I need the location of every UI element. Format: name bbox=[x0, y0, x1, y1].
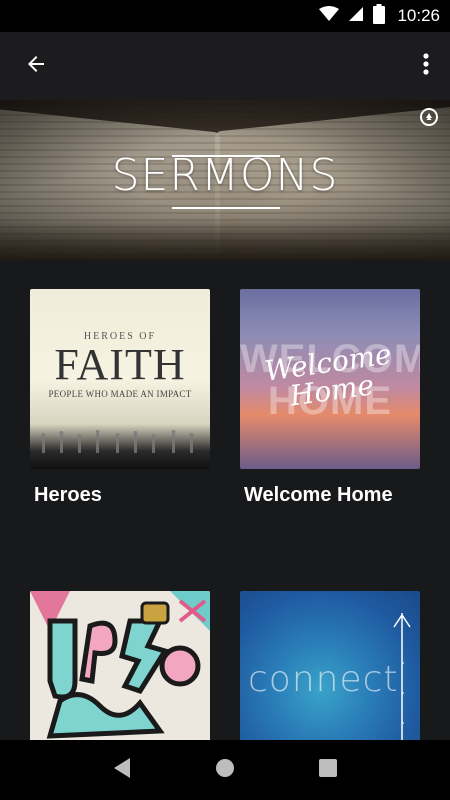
nav-back-icon bbox=[112, 757, 132, 784]
banner-title: SERMONS bbox=[111, 150, 339, 201]
wifi-icon bbox=[319, 5, 340, 27]
church-logo-icon bbox=[420, 108, 438, 126]
sermons-banner: SERMONS bbox=[0, 100, 450, 260]
back-button[interactable] bbox=[14, 44, 58, 88]
app-bar bbox=[0, 32, 450, 100]
nav-recents-button[interactable] bbox=[300, 742, 356, 798]
sermon-label-welcome-home[interactable]: Welcome Home bbox=[244, 484, 393, 507]
nav-recents-icon bbox=[319, 758, 338, 782]
status-icons bbox=[319, 3, 386, 29]
banner-rule-bottom bbox=[172, 207, 280, 209]
arrow-left-icon bbox=[24, 52, 48, 81]
sermon-tile-welcome-home[interactable]: WELCOME HOME Welcome Home bbox=[240, 289, 420, 469]
status-bar: 10:26 bbox=[0, 0, 450, 32]
nav-back-button[interactable] bbox=[94, 742, 150, 798]
sermon-label-heroes[interactable]: Heroes bbox=[34, 484, 102, 507]
signal-icon bbox=[348, 6, 364, 27]
battery-icon bbox=[373, 3, 386, 29]
status-time: 10:26 bbox=[397, 6, 440, 25]
nav-home-button[interactable] bbox=[197, 742, 253, 798]
silhouettes-icon bbox=[41, 430, 194, 453]
heroes-art-title: FAITH bbox=[54, 340, 186, 389]
graffiti-art-icon bbox=[30, 591, 210, 741]
sermon-tile-heroes[interactable]: HEROES OF FAITH PEOPLE WHO MADE AN IMPAC… bbox=[30, 289, 210, 469]
overflow-menu-button[interactable] bbox=[408, 44, 444, 88]
heroes-art-subtitle: PEOPLE WHO MADE AN IMPACT bbox=[48, 389, 192, 399]
banner-bottom-shade bbox=[0, 220, 450, 260]
more-vert-icon bbox=[423, 52, 429, 80]
nav-home-icon bbox=[215, 758, 235, 783]
connect-art-text: connect bbox=[248, 659, 399, 700]
system-nav-bar bbox=[0, 740, 450, 800]
